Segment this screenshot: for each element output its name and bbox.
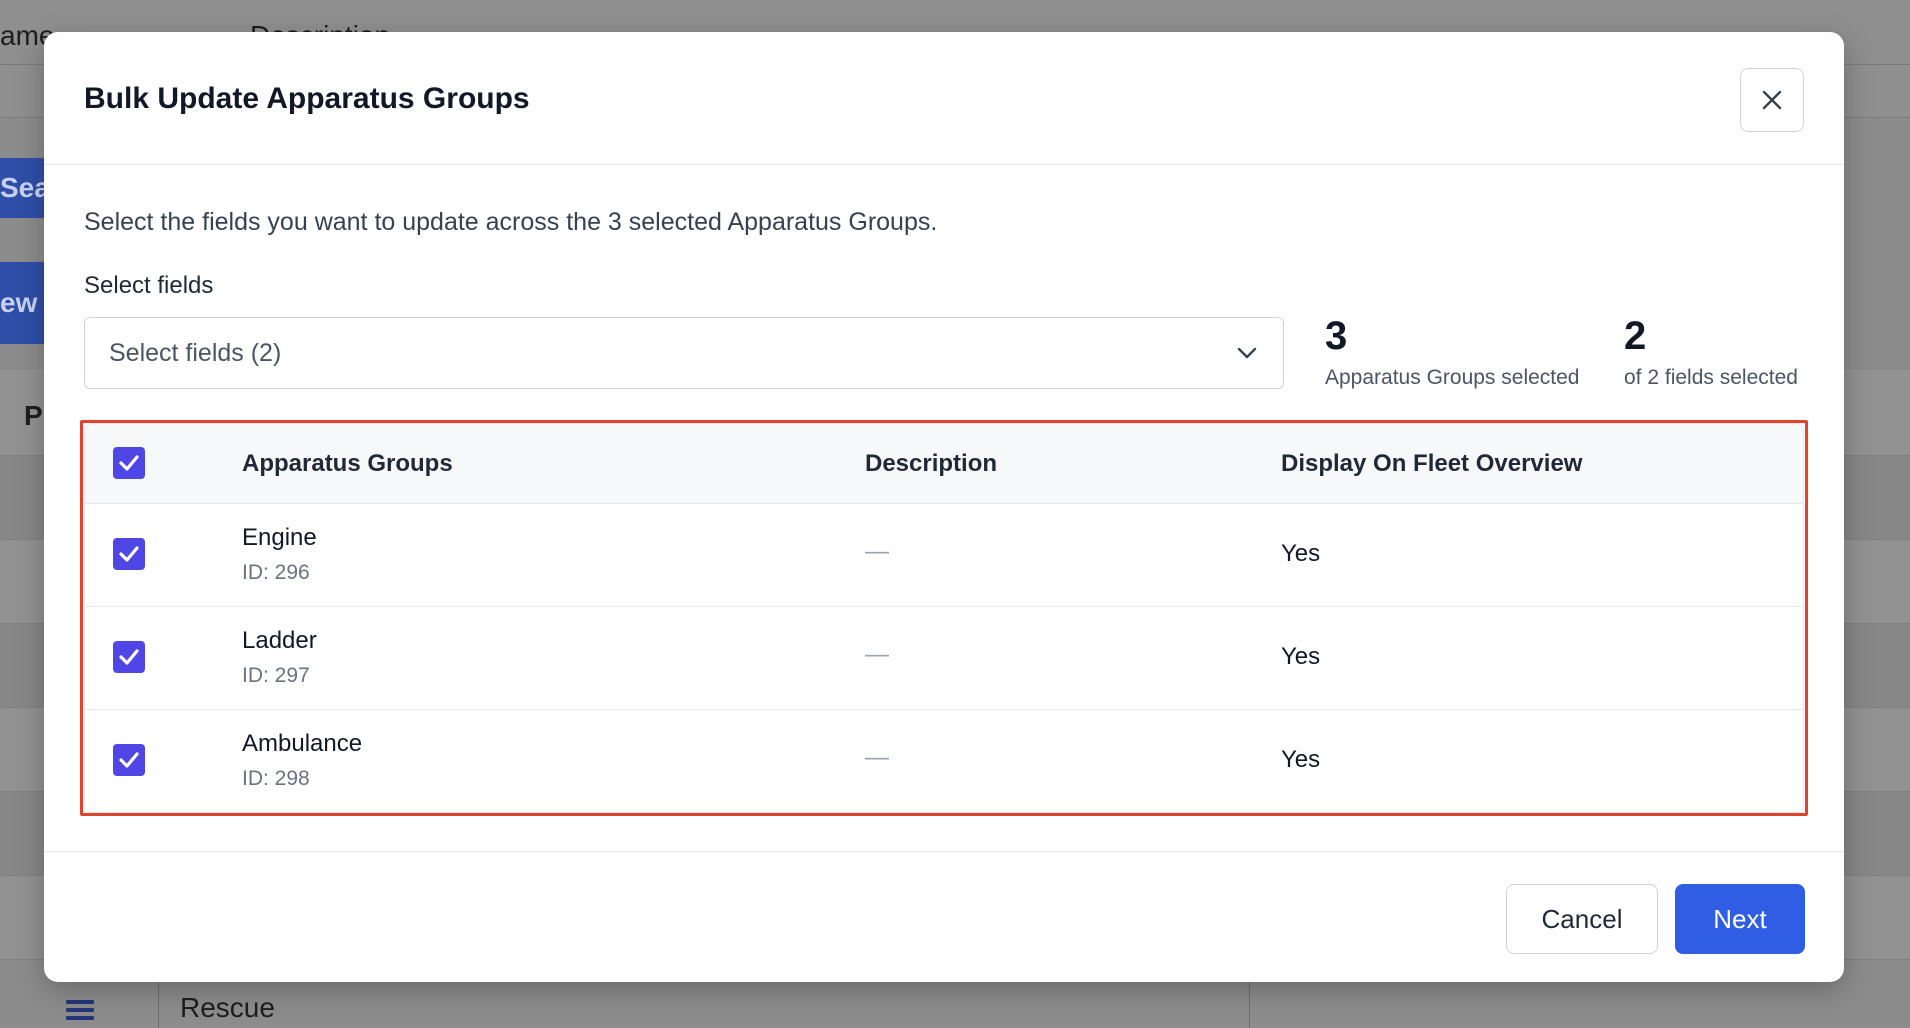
table-header-row: Apparatus Groups Description Display On …: [85, 424, 1803, 504]
row-group-id: ID: 297: [242, 664, 310, 687]
checkmark-icon: [119, 546, 139, 562]
row-display-on-fleet: Yes: [1281, 746, 1321, 773]
select-all-checkbox[interactable]: [113, 447, 145, 479]
row-checkbox[interactable]: [113, 641, 145, 673]
select-fields-dropdown[interactable]: Select fields (2): [84, 317, 1284, 389]
row-description: —: [865, 641, 889, 668]
cancel-button[interactable]: Cancel: [1506, 884, 1658, 954]
close-button[interactable]: [1740, 68, 1804, 132]
stat-fields-number: 2: [1624, 314, 1647, 358]
column-header-description[interactable]: Description: [865, 450, 997, 478]
table-row: Ambulance ID: 298 — Yes: [85, 710, 1803, 812]
next-button[interactable]: Next: [1675, 884, 1805, 954]
chevron-down-icon: [1235, 341, 1259, 365]
checkmark-icon: [119, 752, 139, 768]
stat-fields-label: of 2 fields selected: [1624, 366, 1798, 389]
apparatus-groups-table: Apparatus Groups Description Display On …: [84, 423, 1804, 813]
modal-intro-text: Select the fields you want to update acr…: [84, 208, 938, 236]
column-header-apparatus-groups[interactable]: Apparatus Groups: [242, 450, 453, 478]
modal-footer: Cancel Next: [44, 851, 1844, 982]
column-header-display-on-fleet-overview[interactable]: Display On Fleet Overview: [1281, 450, 1582, 478]
background-search-button: Sear: [0, 158, 44, 218]
hamburger-menu-icon: [66, 1000, 94, 1020]
background-row-name: Rescue: [180, 992, 275, 1023]
table-row: Engine ID: 296 — Yes: [85, 504, 1803, 607]
table-row: Ladder ID: 297 — Yes: [85, 607, 1803, 710]
modal-title: Bulk Update Apparatus Groups: [84, 82, 530, 115]
row-group-name: Engine: [242, 524, 317, 551]
modal-header: Bulk Update Apparatus Groups: [44, 32, 1844, 165]
row-group-name: Ambulance: [242, 730, 363, 757]
stat-groups-number: 3: [1325, 314, 1348, 358]
row-description: —: [865, 744, 889, 771]
row-checkbox[interactable]: [113, 744, 145, 776]
checkmark-icon: [119, 649, 139, 665]
background-new-button: ew: [0, 262, 44, 344]
row-checkbox[interactable]: [113, 538, 145, 570]
stat-groups-label: Apparatus Groups selected: [1325, 366, 1580, 389]
stat-fields-selected: 2 of 2 fields selected: [1624, 314, 1798, 390]
bulk-update-modal: Bulk Update Apparatus Groups Select the …: [44, 32, 1844, 982]
checkmark-icon: [119, 455, 139, 471]
background-column-header: P: [24, 400, 43, 431]
select-fields-label: Select fields: [84, 272, 214, 299]
stat-groups-selected: 3 Apparatus Groups selected: [1325, 314, 1579, 390]
row-description: —: [865, 538, 889, 565]
row-display-on-fleet: Yes: [1281, 643, 1321, 670]
select-fields-value: Select fields (2): [109, 338, 282, 367]
close-icon: [1762, 90, 1782, 110]
row-display-on-fleet: Yes: [1281, 540, 1321, 567]
row-group-id: ID: 296: [242, 561, 310, 584]
row-group-name: Ladder: [242, 627, 317, 654]
row-group-id: ID: 298: [242, 767, 310, 790]
